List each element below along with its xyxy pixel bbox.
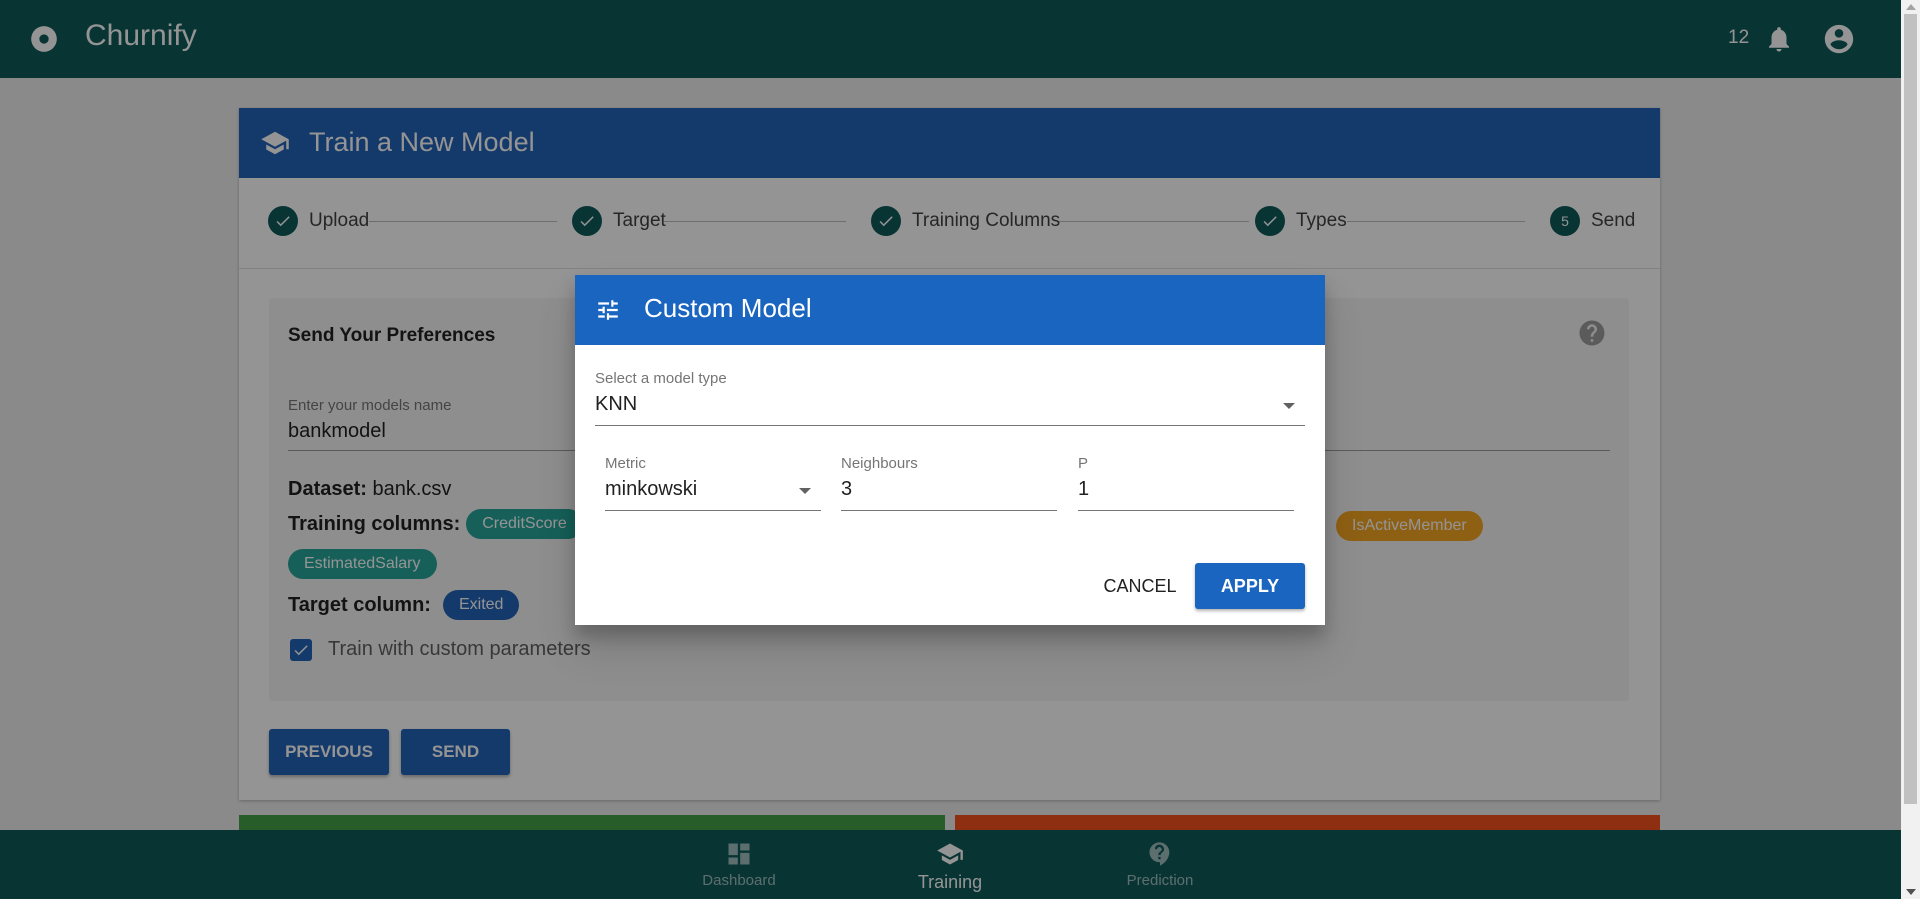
chevron-down-icon[interactable] bbox=[1283, 403, 1295, 409]
p-label: P bbox=[1078, 455, 1089, 472]
model-type-label: Select a model type bbox=[595, 370, 727, 387]
model-type-underline bbox=[595, 425, 1305, 426]
scroll-thumb[interactable] bbox=[1904, 14, 1917, 804]
metric-select[interactable]: minkowski bbox=[605, 478, 697, 501]
metric-underline bbox=[605, 510, 821, 511]
custom-model-dialog: Custom Model Select a model type KNN Met… bbox=[575, 275, 1325, 625]
dialog-title: Custom Model bbox=[644, 293, 812, 323]
neighbours-input[interactable]: 3 bbox=[841, 478, 852, 501]
scroll-down-arrow-icon[interactable] bbox=[1906, 889, 1916, 895]
neighbours-label: Neighbours bbox=[841, 455, 918, 472]
dialog-header: Custom Model bbox=[575, 275, 1325, 345]
cancel-button[interactable]: CANCEL bbox=[1080, 563, 1200, 609]
tune-icon bbox=[598, 300, 618, 320]
p-underline bbox=[1078, 510, 1294, 511]
apply-button[interactable]: APPLY bbox=[1195, 563, 1305, 609]
page-scrollbar[interactable] bbox=[1901, 0, 1920, 899]
neighbours-underline bbox=[841, 510, 1057, 511]
chevron-down-icon[interactable] bbox=[799, 488, 811, 494]
metric-label: Metric bbox=[605, 455, 646, 472]
scroll-up-arrow-icon[interactable] bbox=[1906, 4, 1916, 10]
model-type-select[interactable]: KNN bbox=[595, 393, 637, 416]
p-input[interactable]: 1 bbox=[1078, 478, 1089, 501]
